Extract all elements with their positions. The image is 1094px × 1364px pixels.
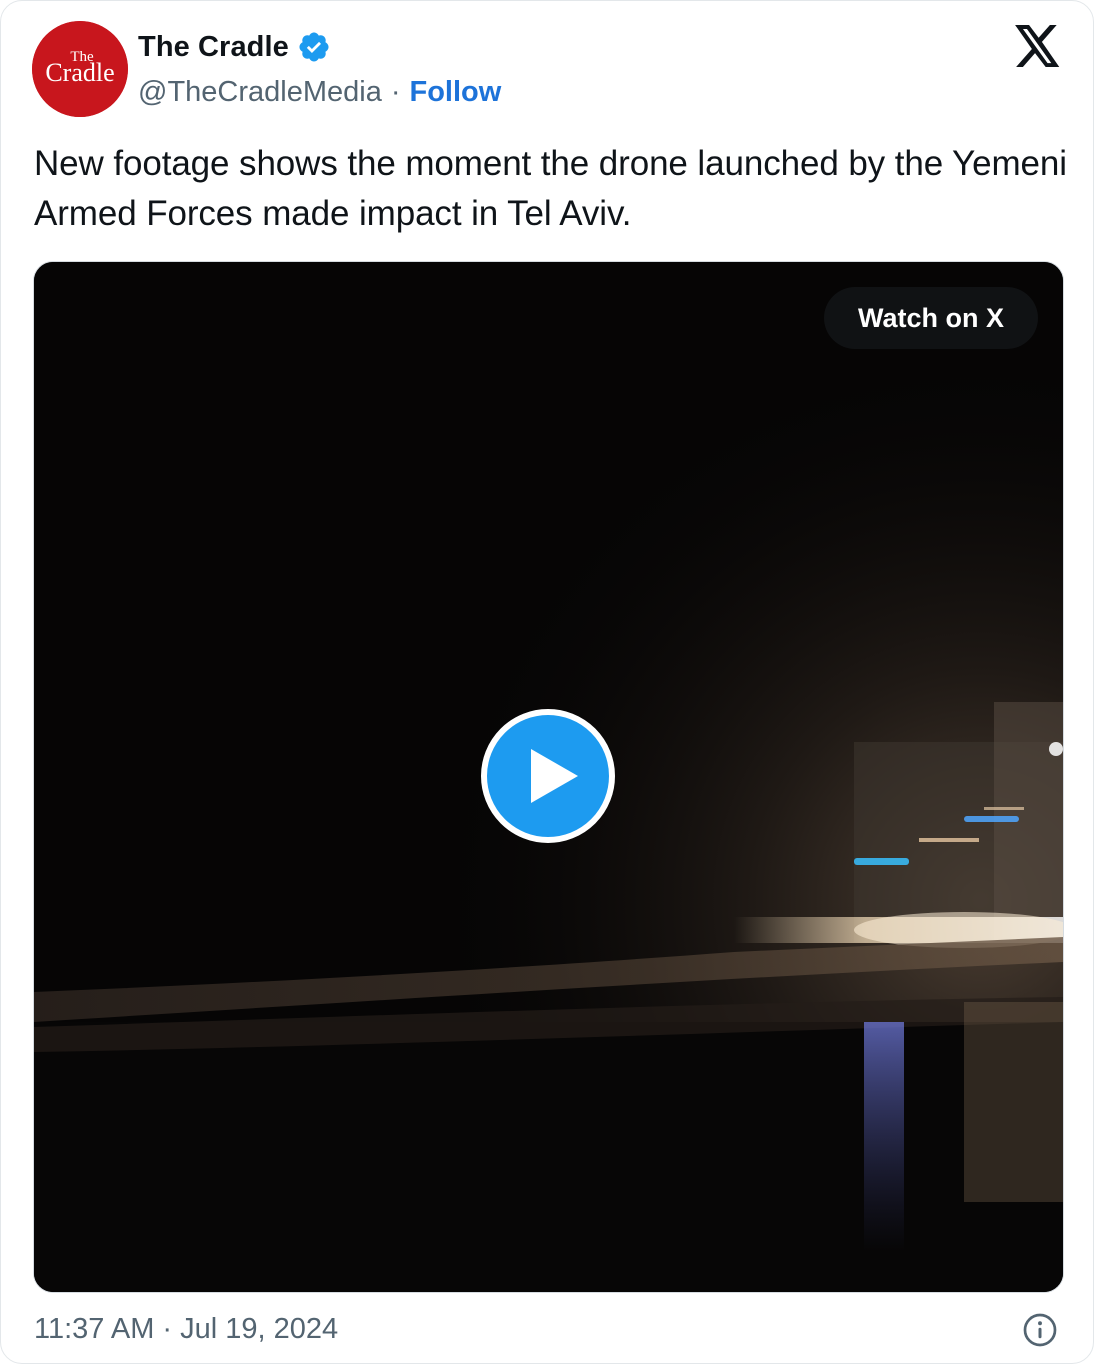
tweet-card: The Cradle The Cradle @TheCradleMedia · … [0, 0, 1094, 1364]
avatar[interactable]: The Cradle [32, 21, 128, 117]
name-row: The Cradle [138, 29, 331, 65]
x-logo-icon[interactable] [1015, 25, 1061, 67]
play-icon[interactable] [481, 709, 615, 843]
avatar-logo-main: Cradle [45, 58, 114, 87]
display-name[interactable]: The Cradle [138, 31, 289, 64]
separator: · [390, 75, 401, 108]
account-handle[interactable]: @TheCradleMedia [138, 76, 382, 109]
handle-row: @TheCradleMedia · Follow [138, 73, 501, 111]
timestamp[interactable]: 11:37 AM · Jul 19, 2024 [34, 1309, 338, 1349]
video-player[interactable]: Watch on X [33, 261, 1064, 1293]
cradle-logo: The Cradle [32, 21, 128, 117]
watch-on-x-button[interactable]: Watch on X [824, 287, 1038, 349]
info-icon[interactable] [1022, 1312, 1058, 1348]
follow-button[interactable]: Follow [410, 76, 502, 109]
tweet-text: New footage shows the moment the drone l… [34, 144, 1067, 233]
verified-badge-icon [299, 32, 329, 62]
